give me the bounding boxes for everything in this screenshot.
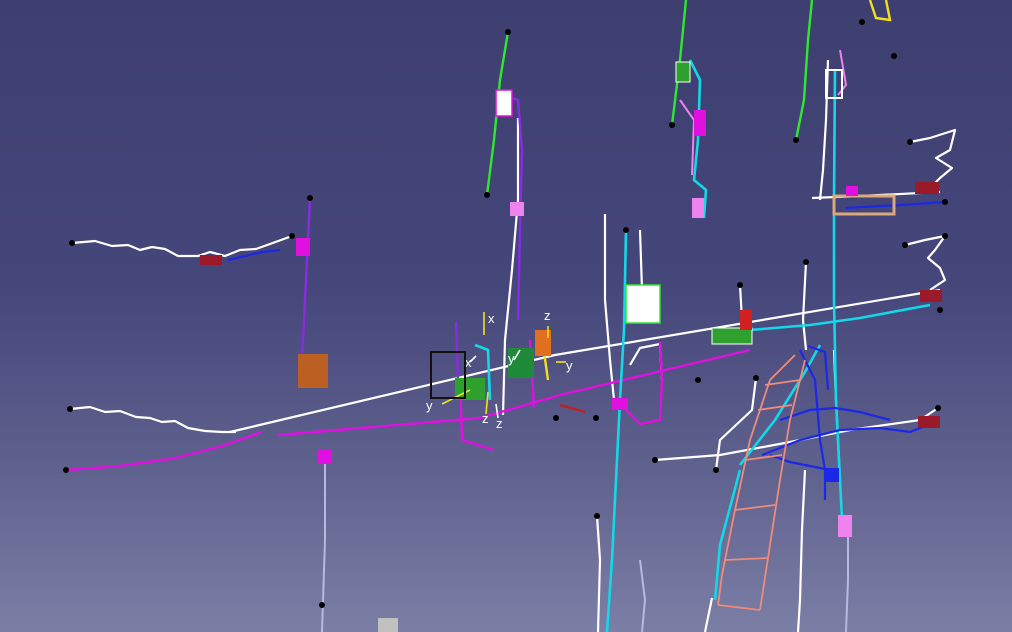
magenta-left-branch xyxy=(65,430,263,472)
axis-triad-2-z-label: z xyxy=(496,416,503,431)
magenta-loop xyxy=(625,341,664,426)
cyan-right-vertical xyxy=(832,69,844,521)
connector-blue-center xyxy=(825,468,839,482)
red-wire[interactable] xyxy=(559,403,586,414)
green-wires[interactable] xyxy=(485,0,814,196)
connector-pink-drop-right xyxy=(838,515,852,537)
vertical-wire-720 xyxy=(714,377,758,471)
axis-triad-1-x-label: x xyxy=(488,311,495,326)
axis-triad-1-y-label: y xyxy=(426,398,433,413)
axis-triad-2-x-label: x xyxy=(465,355,472,370)
connectors[interactable] xyxy=(200,61,942,632)
wavy-wire-upper-right xyxy=(909,128,957,192)
connector-green-box-1 xyxy=(455,378,485,400)
axis-triad-3-z-label: z xyxy=(544,308,551,323)
cyan-left-vertical xyxy=(605,229,628,632)
blue-bracket-2 xyxy=(779,406,891,422)
blue-bracket-4 xyxy=(807,344,830,391)
connector-green-mid xyxy=(711,327,753,345)
axis-triad-2-y-label: y xyxy=(508,351,515,366)
connector-dark-red-3 xyxy=(920,290,942,302)
vertical-wire-710 xyxy=(703,597,714,632)
connector-white-right xyxy=(625,284,661,324)
vertical-wire-800-low xyxy=(796,469,807,632)
connector-dark-red-2 xyxy=(915,182,939,194)
connector-magenta-left xyxy=(296,238,310,256)
connector-pink-center xyxy=(510,202,524,216)
purple-wires[interactable] xyxy=(300,93,524,381)
connector-magenta-drop xyxy=(318,450,332,464)
connector-magenta-lower xyxy=(612,398,628,410)
blue-bracket-5 xyxy=(769,453,831,472)
axis-triad-3-y-label: y xyxy=(566,358,573,373)
vertical-wire-604 xyxy=(603,214,617,411)
yellow-bracket[interactable] xyxy=(540,0,892,381)
connector-dark-red-1 xyxy=(200,255,222,265)
purple-vertical-left xyxy=(300,197,312,359)
vertical-wire-597 xyxy=(595,515,602,632)
connector-green-cluster xyxy=(675,61,691,83)
axis-triad-1-z-label: z xyxy=(482,411,489,426)
lavender-drop-mid xyxy=(639,559,647,632)
connector-dark-red-4 xyxy=(918,416,940,428)
cyan-lower-drop xyxy=(713,469,742,601)
wavy-wire-right-middle xyxy=(904,234,947,291)
3d-viewport[interactable]: x y z x y z z y xyxy=(0,0,1012,632)
connector-pink-cluster-low xyxy=(692,198,704,218)
white-wires[interactable] xyxy=(69,59,957,632)
magenta-wires[interactable] xyxy=(65,339,751,472)
connector-gray-bottom xyxy=(378,618,398,632)
connector-pink-cluster xyxy=(694,110,706,136)
connector-red-right xyxy=(740,310,752,330)
wavy-wire-lower-left xyxy=(69,405,236,434)
vertical-wire-640 xyxy=(638,229,644,291)
connector-orange-left xyxy=(298,354,328,388)
connector-white-center xyxy=(495,89,513,117)
green-diagonal-right xyxy=(794,0,814,141)
connector-pink-right xyxy=(846,186,858,196)
vertical-wire-805 xyxy=(801,261,808,351)
wire-lower-right xyxy=(654,407,939,462)
blue-wires[interactable] xyxy=(227,200,946,500)
harness-3d-model[interactable]: x y z x y z z y xyxy=(0,0,1012,632)
